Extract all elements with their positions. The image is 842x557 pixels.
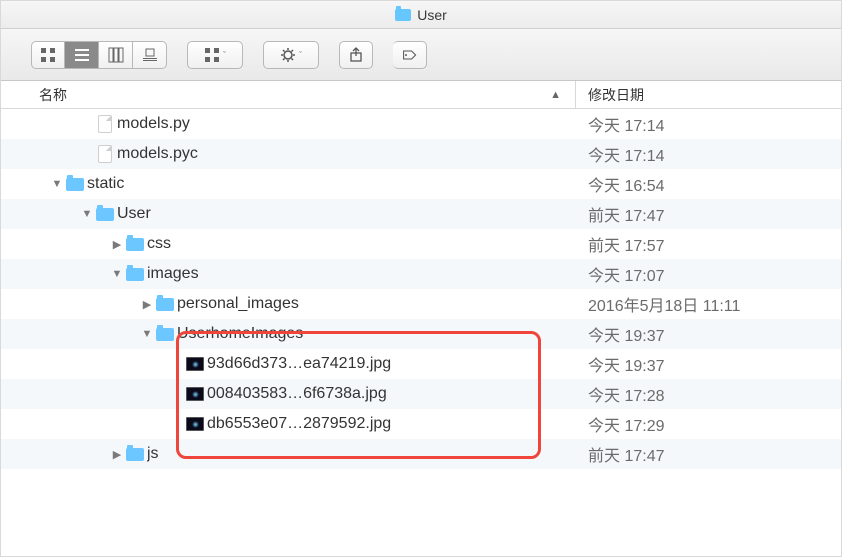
date-modified: 今天 17:29 (576, 412, 841, 436)
date-modified: 前天 17:47 (576, 442, 841, 466)
file-icon (93, 115, 117, 133)
icon-view-button[interactable] (31, 41, 65, 69)
disclosure-triangle-icon[interactable]: ▼ (111, 268, 123, 280)
name-cell: ▼ images (1, 259, 576, 289)
date-modified: 前天 17:47 (576, 202, 841, 226)
toolbar: ˇ ˇ (1, 29, 841, 81)
date-modified: 今天 17:14 (576, 112, 841, 136)
table-row[interactable]: ▼ User 前天 17:47 (1, 199, 841, 229)
file-name: models.pyc (117, 145, 198, 163)
table-row[interactable]: ▶008403583…6f6738a.jpg今天 17:28 (1, 379, 841, 409)
disclosure-triangle-icon[interactable]: ▶ (141, 298, 153, 311)
chevron-down-icon: ˇ (299, 50, 302, 60)
date-modified: 今天 16:54 (576, 172, 841, 196)
column-name-label: 名称 (39, 85, 67, 105)
image-file-icon (183, 387, 207, 401)
table-row[interactable]: ▶db6553e07…2879592.jpg今天 17:29 (1, 409, 841, 439)
table-row[interactable]: ▼ UserhomeImages 今天 19:37 (1, 319, 841, 349)
folder-icon (93, 208, 117, 221)
column-view-button[interactable] (99, 41, 133, 69)
date-modified: 前天 17:57 (576, 232, 841, 256)
table-row[interactable]: ▼ static 今天 16:54 (1, 169, 841, 199)
file-name: js (147, 445, 159, 463)
table-row[interactable]: ▶ css 前天 17:57 (1, 229, 841, 259)
disclosure-triangle-icon[interactable]: ▼ (141, 328, 153, 340)
name-cell: ▼ UserhomeImages (1, 319, 576, 349)
file-name: images (147, 265, 199, 283)
date-modified: 今天 17:07 (576, 262, 841, 286)
file-name: User (117, 205, 151, 223)
folder-icon (153, 298, 177, 311)
file-list[interactable]: ▶models.py今天 17:14▶models.pyc今天 17:14▼st… (1, 109, 841, 556)
titlebar: User (1, 1, 841, 29)
name-cell: ▶db6553e07…2879592.jpg (1, 409, 576, 439)
table-row[interactable]: ▶ personal_images 2016年5月18日 11:11 (1, 289, 841, 319)
image-file-icon (183, 357, 207, 371)
name-cell: ▼ User (1, 199, 576, 229)
view-mode-group (31, 41, 167, 69)
list-view-button[interactable] (65, 41, 99, 69)
tags-button[interactable] (393, 41, 427, 69)
table-row[interactable]: ▶ js 前天 17:47 (1, 439, 841, 469)
table-row[interactable]: ▼ images 今天 17:07 (1, 259, 841, 289)
window-title: User (417, 7, 447, 23)
table-row[interactable]: ▶models.pyc今天 17:14 (1, 139, 841, 169)
folder-icon (123, 268, 147, 281)
file-name: personal_images (177, 295, 299, 313)
date-modified: 今天 19:37 (576, 322, 841, 346)
chevron-down-icon: ˇ (223, 50, 226, 60)
name-cell: ▶93d66d373…ea74219.jpg (1, 349, 576, 379)
disclosure-triangle-icon[interactable]: ▶ (111, 448, 123, 461)
image-file-icon (183, 417, 207, 431)
file-name: models.py (117, 115, 190, 133)
date-modified: 今天 19:37 (576, 352, 841, 376)
file-name: 008403583…6f6738a.jpg (207, 385, 387, 403)
name-cell: ▶ css (1, 229, 576, 259)
disclosure-triangle-icon[interactable]: ▼ (81, 208, 93, 220)
date-modified: 今天 17:28 (576, 382, 841, 406)
sort-indicator-icon: ▲ (550, 89, 561, 101)
table-row[interactable]: ▶models.py今天 17:14 (1, 109, 841, 139)
date-modified: 2016年5月18日 11:11 (576, 292, 841, 316)
file-icon (93, 145, 117, 163)
share-button[interactable] (339, 41, 373, 69)
arrange-group: ˇ (187, 41, 243, 69)
column-date-label: 修改日期 (588, 87, 644, 103)
column-header-date[interactable]: 修改日期 (576, 85, 841, 105)
file-name: UserhomeImages (177, 325, 303, 343)
file-list-wrap: ▶models.py今天 17:14▶models.pyc今天 17:14▼st… (1, 109, 841, 556)
action-group: ˇ (263, 41, 319, 69)
name-cell: ▶models.pyc (1, 139, 576, 169)
finder-window: User ˇ ˇ (0, 0, 842, 557)
file-name: 93d66d373…ea74219.jpg (207, 355, 391, 373)
folder-icon (123, 238, 147, 251)
table-row[interactable]: ▶93d66d373…ea74219.jpg今天 19:37 (1, 349, 841, 379)
folder-icon (123, 448, 147, 461)
coverflow-view-button[interactable] (133, 41, 167, 69)
file-name: static (87, 175, 124, 193)
file-name: db6553e07…2879592.jpg (207, 415, 391, 433)
date-modified: 今天 17:14 (576, 142, 841, 166)
name-cell: ▶008403583…6f6738a.jpg (1, 379, 576, 409)
name-cell: ▼ static (1, 169, 576, 199)
disclosure-triangle-icon[interactable]: ▶ (111, 238, 123, 251)
name-cell: ▶ js (1, 439, 576, 469)
name-cell: ▶models.py (1, 109, 576, 139)
arrange-button[interactable]: ˇ (187, 41, 243, 69)
column-header-name[interactable]: 名称 ▲ (1, 81, 576, 108)
folder-icon (63, 178, 87, 191)
folder-icon (395, 9, 411, 21)
folder-icon (153, 328, 177, 341)
column-header-row: 名称 ▲ 修改日期 (1, 81, 841, 109)
action-button[interactable]: ˇ (263, 41, 319, 69)
disclosure-triangle-icon[interactable]: ▼ (51, 178, 63, 190)
file-name: css (147, 235, 171, 253)
name-cell: ▶ personal_images (1, 289, 576, 319)
